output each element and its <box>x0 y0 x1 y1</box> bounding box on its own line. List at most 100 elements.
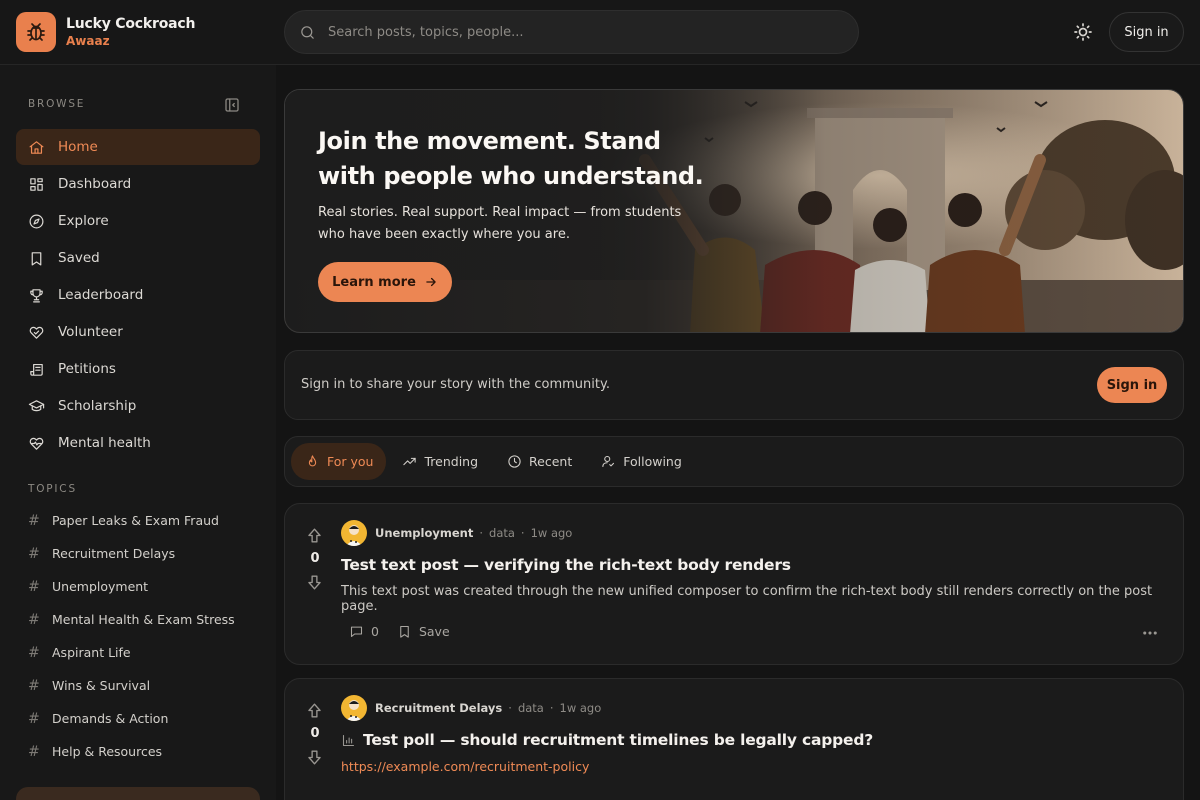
upvote-icon[interactable] <box>305 701 325 720</box>
more-options-icon[interactable] <box>1141 624 1159 642</box>
post-topic[interactable]: Unemployment <box>375 526 473 540</box>
post-topic[interactable]: Recruitment Delays <box>375 701 502 715</box>
brand-text: Lucky Cockroach Awaaz <box>66 15 195 49</box>
search-icon <box>299 24 316 41</box>
hero-title: Join the movement. Stand with people who… <box>318 127 704 190</box>
topic-item[interactable]: # Unemployment <box>16 570 260 603</box>
hash-icon: # <box>28 677 40 694</box>
brand[interactable]: Lucky Cockroach Awaaz <box>16 12 195 52</box>
sidebar-item-explore[interactable]: Explore <box>16 203 260 239</box>
hero-banner: Join the movement. Stand with people who… <box>284 89 1184 333</box>
post-meta: Recruitment Delays · data · 1w ago <box>341 695 601 721</box>
sun-icon[interactable] <box>1071 20 1095 44</box>
topic-list: # Paper Leaks & Exam Fraud # Recruitment D… <box>16 504 260 768</box>
post-title[interactable]: Test poll — should recruitment timelines… <box>341 731 873 749</box>
sidebar-item-dashboard[interactable]: Dashboard <box>16 166 260 202</box>
post-meta: Unemployment · data · 1w ago <box>341 520 572 546</box>
meta-separator: · <box>479 526 484 540</box>
post-link[interactable]: https://example.com/recruitment-policy <box>341 759 589 774</box>
downvote-icon[interactable] <box>305 573 325 592</box>
sidebar-nav: Home Dashboard Explore Saved Leaderboard… <box>16 129 260 462</box>
topic-label: Aspirant Life <box>52 645 131 660</box>
topic-item[interactable]: # Aspirant Life <box>16 636 260 669</box>
sidebar-item-leaderboard[interactable]: Leaderboard <box>16 277 260 313</box>
home-icon <box>28 139 45 156</box>
sidebar-item-scholarship[interactable]: Scholarship <box>16 388 260 424</box>
bookmark-icon <box>28 250 45 267</box>
topic-item[interactable]: # Demands & Action <box>16 702 260 735</box>
brand-name: Lucky Cockroach <box>66 16 196 32</box>
sidebar-item-mental-health[interactable]: Mental health <box>16 425 260 461</box>
post-time: 1w ago <box>530 526 573 540</box>
tab-for-you[interactable]: For you <box>291 443 387 480</box>
arrow-right-icon <box>424 275 438 289</box>
search-input[interactable] <box>328 24 808 40</box>
graduation-cap-icon <box>28 398 45 415</box>
tab-following[interactable]: Following <box>587 443 695 480</box>
hash-icon: # <box>28 710 40 727</box>
sidebar-item-home[interactable]: Home <box>16 129 260 165</box>
upvote-icon[interactable] <box>305 526 325 545</box>
compass-icon <box>28 213 45 230</box>
meta-separator: · <box>520 526 525 540</box>
sidebar-promo-card[interactable] <box>16 787 260 800</box>
avatar[interactable] <box>341 695 367 721</box>
sidebar-item-label: Scholarship <box>58 398 137 414</box>
top-bar: Lucky Cockroach Awaaz Sign in <box>0 0 1200 65</box>
post-time: 1w ago <box>559 701 602 715</box>
tab-recent[interactable]: Recent <box>493 443 585 480</box>
share-sign-in-button[interactable]: Sign in <box>1097 367 1167 403</box>
sidebar-item-label: Mental health <box>58 435 151 451</box>
bug-logo-icon <box>16 12 56 52</box>
search-bar[interactable] <box>284 10 859 54</box>
post-card[interactable]: 0 Unemployment · data · 1w ago Test text… <box>284 503 1184 665</box>
sidebar-item-label: Leaderboard <box>58 287 144 303</box>
avatar[interactable] <box>341 520 367 546</box>
clock-icon <box>507 454 522 469</box>
post-author[interactable]: data <box>489 526 515 540</box>
meta-separator: · <box>508 701 512 715</box>
tab-label: Following <box>623 454 682 469</box>
sidebar-item-saved[interactable]: Saved <box>16 240 260 276</box>
hash-icon: # <box>28 644 40 661</box>
topic-item[interactable]: # Wins & Survival <box>16 669 260 702</box>
hash-icon: # <box>28 611 40 628</box>
poll-chart-icon <box>341 733 356 748</box>
topic-label: Unemployment <box>52 579 149 594</box>
topic-label: Wins & Survival <box>52 678 151 693</box>
browse-section-label: BROWSE <box>28 98 86 110</box>
user-check-icon <box>601 454 616 469</box>
learn-more-button[interactable]: Learn more <box>318 262 452 302</box>
bookmark-icon <box>397 624 412 639</box>
comments-button[interactable]: 0 <box>349 624 379 639</box>
vote-count: 0 <box>310 551 320 566</box>
trophy-icon <box>28 287 45 304</box>
post-card[interactable]: 0 Recruitment Delays · data · 1w ago Tes… <box>284 678 1184 800</box>
save-button[interactable]: Save <box>397 624 450 639</box>
hash-icon: # <box>28 578 40 595</box>
sidebar-item-volunteer[interactable]: Volunteer <box>16 314 260 350</box>
heart-pulse-icon <box>28 435 45 452</box>
topic-item[interactable]: # Recruitment Delays <box>16 537 260 570</box>
sidebar-item-label: Saved <box>58 250 100 266</box>
post-author[interactable]: data <box>518 701 544 715</box>
sidebar-item-petitions[interactable]: Petitions <box>16 351 260 387</box>
sign-in-button[interactable]: Sign in <box>1109 12 1184 52</box>
topic-item[interactable]: # Paper Leaks & Exam Fraud <box>16 504 260 537</box>
share-story-box: Sign in to share your story with the com… <box>284 350 1184 420</box>
tab-trending[interactable]: Trending <box>388 443 491 480</box>
feed-tabs: For you Trending Recent Following <box>284 436 1184 487</box>
downvote-icon[interactable] <box>305 748 325 767</box>
post-title[interactable]: Test text post — verifying the rich-text… <box>341 556 791 574</box>
save-label: Save <box>418 624 450 639</box>
topic-label: Mental Health & Exam Stress <box>52 612 235 627</box>
sidebar-item-label: Dashboard <box>58 176 132 192</box>
meta-separator: · <box>549 701 554 715</box>
trending-up-icon <box>402 454 417 469</box>
sidebar-item-label: Explore <box>58 213 109 229</box>
topic-item[interactable]: # Help & Resources <box>16 735 260 768</box>
hash-icon: # <box>28 545 40 562</box>
topic-item[interactable]: # Mental Health & Exam Stress <box>16 603 260 636</box>
comment-icon <box>349 624 364 639</box>
sidebar-collapse-icon[interactable] <box>223 96 241 114</box>
